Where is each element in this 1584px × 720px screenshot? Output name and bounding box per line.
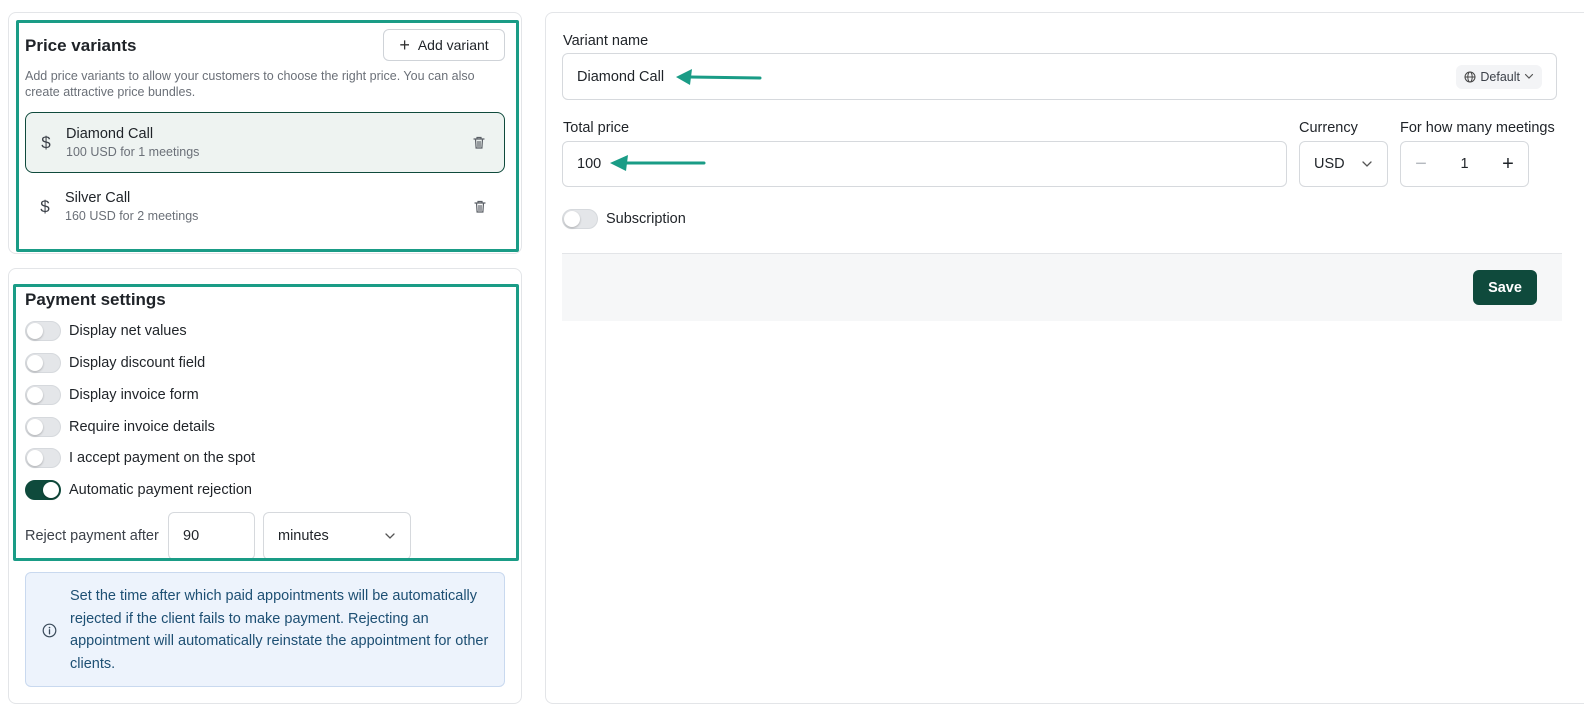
- plus-icon: +: [399, 35, 410, 55]
- display-invoice-form-toggle[interactable]: [25, 385, 61, 405]
- chevron-down-icon: [1362, 161, 1372, 167]
- rejection-info-box: Set the time after which paid appointmen…: [25, 572, 505, 687]
- form-footer: [562, 253, 1562, 321]
- price-variants-description: Add price variants to allow your custome…: [25, 69, 475, 99]
- meetings-stepper[interactable]: − 1 +: [1400, 141, 1529, 187]
- language-selector-label: Default: [1480, 69, 1520, 84]
- meetings-count-value: 1: [1460, 156, 1469, 172]
- variant-item-silver-call[interactable]: $ Silver Call 160 USD for 2 meetings: [25, 176, 505, 237]
- variant-summary: 160 USD for 2 meetings: [65, 209, 199, 223]
- toggle-label: I accept payment on the spot: [69, 450, 256, 466]
- toggle-row-display-invoice-form: Display invoice form: [25, 385, 199, 405]
- toggle-row-accept-payment-on-spot: I accept payment on the spot: [25, 448, 255, 468]
- trash-icon[interactable]: [454, 135, 504, 150]
- language-selector[interactable]: Default: [1456, 64, 1542, 89]
- currency-select[interactable]: USD: [1299, 141, 1388, 187]
- add-variant-button[interactable]: + Add variant: [383, 29, 505, 61]
- display-discount-field-toggle[interactable]: [25, 353, 61, 373]
- variant-name: Silver Call: [65, 190, 131, 206]
- subscription-label: Subscription: [606, 211, 686, 227]
- save-button[interactable]: Save: [1473, 270, 1537, 305]
- reject-payment-label: Reject payment after: [25, 528, 159, 544]
- price-variants-title: Price variants: [25, 36, 137, 55]
- trash-icon[interactable]: [455, 199, 505, 214]
- toggle-label: Require invoice details: [69, 419, 215, 435]
- total-price-value: 100: [577, 156, 602, 172]
- payment-settings-title: Payment settings: [25, 290, 166, 309]
- variant-summary: 100 USD for 1 meetings: [66, 145, 200, 159]
- subscription-toggle[interactable]: [562, 209, 598, 229]
- annotation-arrow: [610, 155, 706, 171]
- currency-label: Currency: [1299, 120, 1358, 136]
- plus-icon[interactable]: +: [1488, 142, 1528, 186]
- reject-unit-value: minutes: [278, 528, 329, 544]
- toggle-row-display-discount-field: Display discount field: [25, 353, 205, 373]
- reject-time-input[interactable]: 90: [168, 512, 255, 560]
- globe-icon: [1464, 71, 1476, 82]
- toggle-label: Display invoice form: [69, 387, 199, 403]
- toggle-row-display-net-values: Display net values: [25, 321, 187, 341]
- toggle-row-automatic-payment-rejection: Automatic payment rejection: [25, 480, 252, 500]
- dollar-icon: $: [41, 132, 51, 152]
- require-invoice-details-toggle[interactable]: [25, 417, 61, 437]
- minus-icon[interactable]: −: [1401, 142, 1441, 186]
- automatic-payment-rejection-toggle[interactable]: [25, 480, 61, 500]
- reject-time-value: 90: [183, 528, 200, 544]
- rejection-info-text: Set the time after which paid appointmen…: [70, 588, 489, 672]
- variant-editor-card: [545, 12, 1584, 704]
- display-net-values-toggle[interactable]: [25, 321, 61, 341]
- dollar-icon: $: [40, 196, 50, 216]
- meetings-count-label: For how many meetings: [1400, 120, 1555, 136]
- reject-unit-select[interactable]: minutes: [263, 512, 411, 560]
- subscription-row: Subscription: [562, 209, 686, 229]
- toggle-row-require-invoice-details: Require invoice details: [25, 417, 215, 437]
- variant-name: Diamond Call: [66, 126, 154, 142]
- chevron-down-icon: [1524, 73, 1534, 79]
- info-icon: [42, 623, 57, 643]
- total-price-label: Total price: [563, 120, 630, 136]
- accept-payment-on-spot-toggle[interactable]: [25, 448, 61, 468]
- variant-item-diamond-call[interactable]: $ Diamond Call 100 USD for 1 meetings: [25, 112, 505, 173]
- toggle-label: Automatic payment rejection: [69, 482, 252, 498]
- toggle-label: Display net values: [69, 323, 187, 339]
- variant-name-value: Diamond Call: [577, 68, 665, 85]
- chevron-down-icon: [384, 528, 396, 544]
- add-variant-label: Add variant: [417, 37, 489, 53]
- toggle-label: Display discount field: [69, 355, 206, 371]
- currency-value: USD: [1314, 156, 1345, 172]
- annotation-arrow: [676, 69, 762, 85]
- variant-name-label: Variant name: [563, 33, 649, 49]
